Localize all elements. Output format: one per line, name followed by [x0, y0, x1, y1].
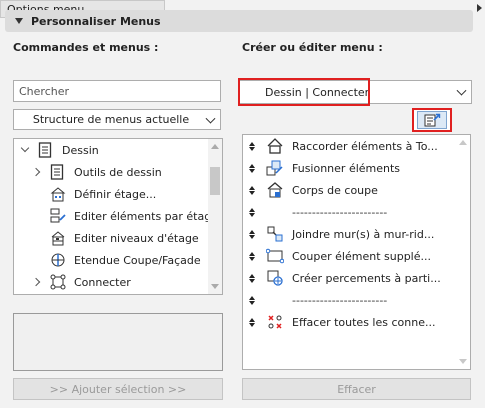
scroll-down-icon[interactable]	[459, 359, 467, 364]
submenu-arrow-icon	[477, 4, 482, 12]
tree-item-label: Editer niveaux d'étage	[74, 231, 199, 245]
icon-spacer	[265, 202, 285, 222]
menu-items-list[interactable]: Raccorder éléments à To... Fusionner élém…	[242, 134, 471, 370]
menu-separator[interactable]: ------------------------	[243, 289, 455, 311]
collapsed-chevron-icon[interactable]	[31, 276, 44, 288]
tree-item-label: Connecter	[74, 275, 131, 289]
collapse-triangle-icon	[15, 18, 23, 24]
edit-list-icon	[424, 113, 441, 127]
drag-handle-icon[interactable]	[248, 185, 256, 195]
doc-icon	[50, 164, 68, 180]
levels-icon	[50, 230, 68, 246]
edit-menu-button[interactable]	[412, 108, 452, 132]
menu-select-value: Dessin | Connecter	[265, 85, 370, 99]
icon-spacer	[265, 290, 285, 310]
merge-icon	[265, 158, 285, 178]
search-box[interactable]	[13, 80, 221, 102]
drag-handle-icon[interactable]	[248, 295, 256, 305]
right-column-title: Créer ou éditer menu :	[242, 41, 383, 54]
chevron-down-icon	[205, 113, 216, 124]
drag-handle-icon[interactable]	[248, 141, 256, 151]
connect-icon	[50, 274, 68, 290]
section-title: Personnaliser Menus	[31, 14, 161, 28]
search-input[interactable]	[14, 81, 220, 101]
drag-handle-icon[interactable]	[248, 251, 256, 261]
menu-item[interactable]: Couper élément supplé...	[243, 245, 455, 267]
drag-handle-icon[interactable]	[248, 317, 256, 327]
menu-item-label: Raccorder éléments à To...	[292, 139, 438, 153]
delete-button[interactable]: Effacer	[242, 378, 471, 400]
tree-item[interactable]: Outils de dessin	[14, 161, 162, 183]
menu-item-label: Fusionner éléments	[292, 161, 401, 175]
scroll-up-icon[interactable]	[459, 140, 467, 145]
commands-tree[interactable]: Dessin Outils de dessin Définir étage... Ed…	[13, 138, 223, 295]
menu-item[interactable]: Créer percements à parti...	[243, 267, 455, 289]
stack-edit-icon	[50, 208, 68, 224]
menu-item[interactable]: Joindre mur(s) à mur-rid...	[243, 223, 455, 245]
menu-item-label: Joindre mur(s) à mur-rid...	[292, 227, 435, 241]
menu-item-label: Couper élément supplé...	[292, 249, 431, 263]
menu-structure-select[interactable]: Structure de menus actuelle	[13, 109, 221, 130]
building-icon	[50, 186, 68, 202]
tree-item-label: Outils de dessin	[74, 165, 162, 179]
tree-item-label: Editer éléments par étages...	[74, 209, 223, 223]
add-selection-button[interactable]: >> Ajouter sélection >>	[13, 378, 223, 400]
tree-item-label: Etendue Coupe/Façade	[74, 253, 201, 267]
drag-handle-icon[interactable]	[248, 273, 256, 283]
section-icon	[50, 252, 68, 268]
menu-structure-value: Structure de menus actuelle	[32, 113, 190, 126]
menu-item[interactable]: Effacer toutes les conne...	[243, 311, 455, 333]
house-trim-icon	[265, 136, 285, 156]
tree-item[interactable]: Connecter	[14, 271, 131, 293]
tree-item[interactable]: Editer niveaux d'étage	[14, 227, 199, 249]
tree-scrollbar[interactable]	[208, 139, 222, 294]
drag-handle-icon[interactable]	[248, 207, 256, 217]
scroll-down-icon[interactable]	[211, 284, 219, 289]
expanded-chevron-icon[interactable]	[20, 143, 32, 156]
scroll-thumb[interactable]	[210, 167, 220, 195]
cutting-body-icon	[265, 180, 285, 200]
left-column-title: Commandes et menus :	[13, 41, 159, 54]
section-header[interactable]: Personnaliser Menus	[5, 10, 473, 32]
scroll-up-icon[interactable]	[211, 144, 219, 149]
menu-separator[interactable]: ------------------------	[243, 201, 455, 223]
drag-handle-icon[interactable]	[248, 229, 256, 239]
menu-item-label: Effacer toutes les conne...	[292, 315, 436, 329]
collapsed-chevron-icon[interactable]	[31, 166, 44, 178]
tree-item-label: Définir étage...	[74, 187, 157, 201]
menu-item-label: Créer percements à parti...	[292, 271, 441, 285]
tree-item[interactable]: Editer éléments par étages...	[14, 205, 223, 227]
hole-icon	[265, 268, 285, 288]
menu-item[interactable]: Fusionner éléments	[243, 157, 455, 179]
drag-handle-icon[interactable]	[248, 163, 256, 173]
menu-item-label: Corps de coupe	[292, 183, 378, 197]
split-icon	[265, 246, 285, 266]
chevron-down-icon	[456, 85, 467, 96]
tree-item-label: Dessin	[62, 143, 99, 157]
wall-join-icon	[265, 224, 285, 244]
menu-item[interactable]: Corps de coupe	[243, 179, 455, 201]
menu-item[interactable]: Raccorder éléments à To...	[243, 135, 455, 157]
separator-label: ------------------------	[292, 205, 388, 219]
tree-item[interactable]: Définir étage...	[14, 183, 156, 205]
description-panel	[13, 313, 223, 371]
menu-select[interactable]: Dessin | Connecter	[238, 80, 472, 104]
separator-label: ------------------------	[292, 293, 388, 307]
list-scrollbar[interactable]	[456, 135, 470, 369]
tree-item[interactable]: Etendue Coupe/Façade	[14, 249, 201, 271]
doc-icon	[38, 142, 56, 158]
tree-item[interactable]	[14, 293, 74, 294]
tree-item[interactable]: Dessin	[14, 139, 99, 161]
delete-connections-icon	[265, 312, 285, 332]
